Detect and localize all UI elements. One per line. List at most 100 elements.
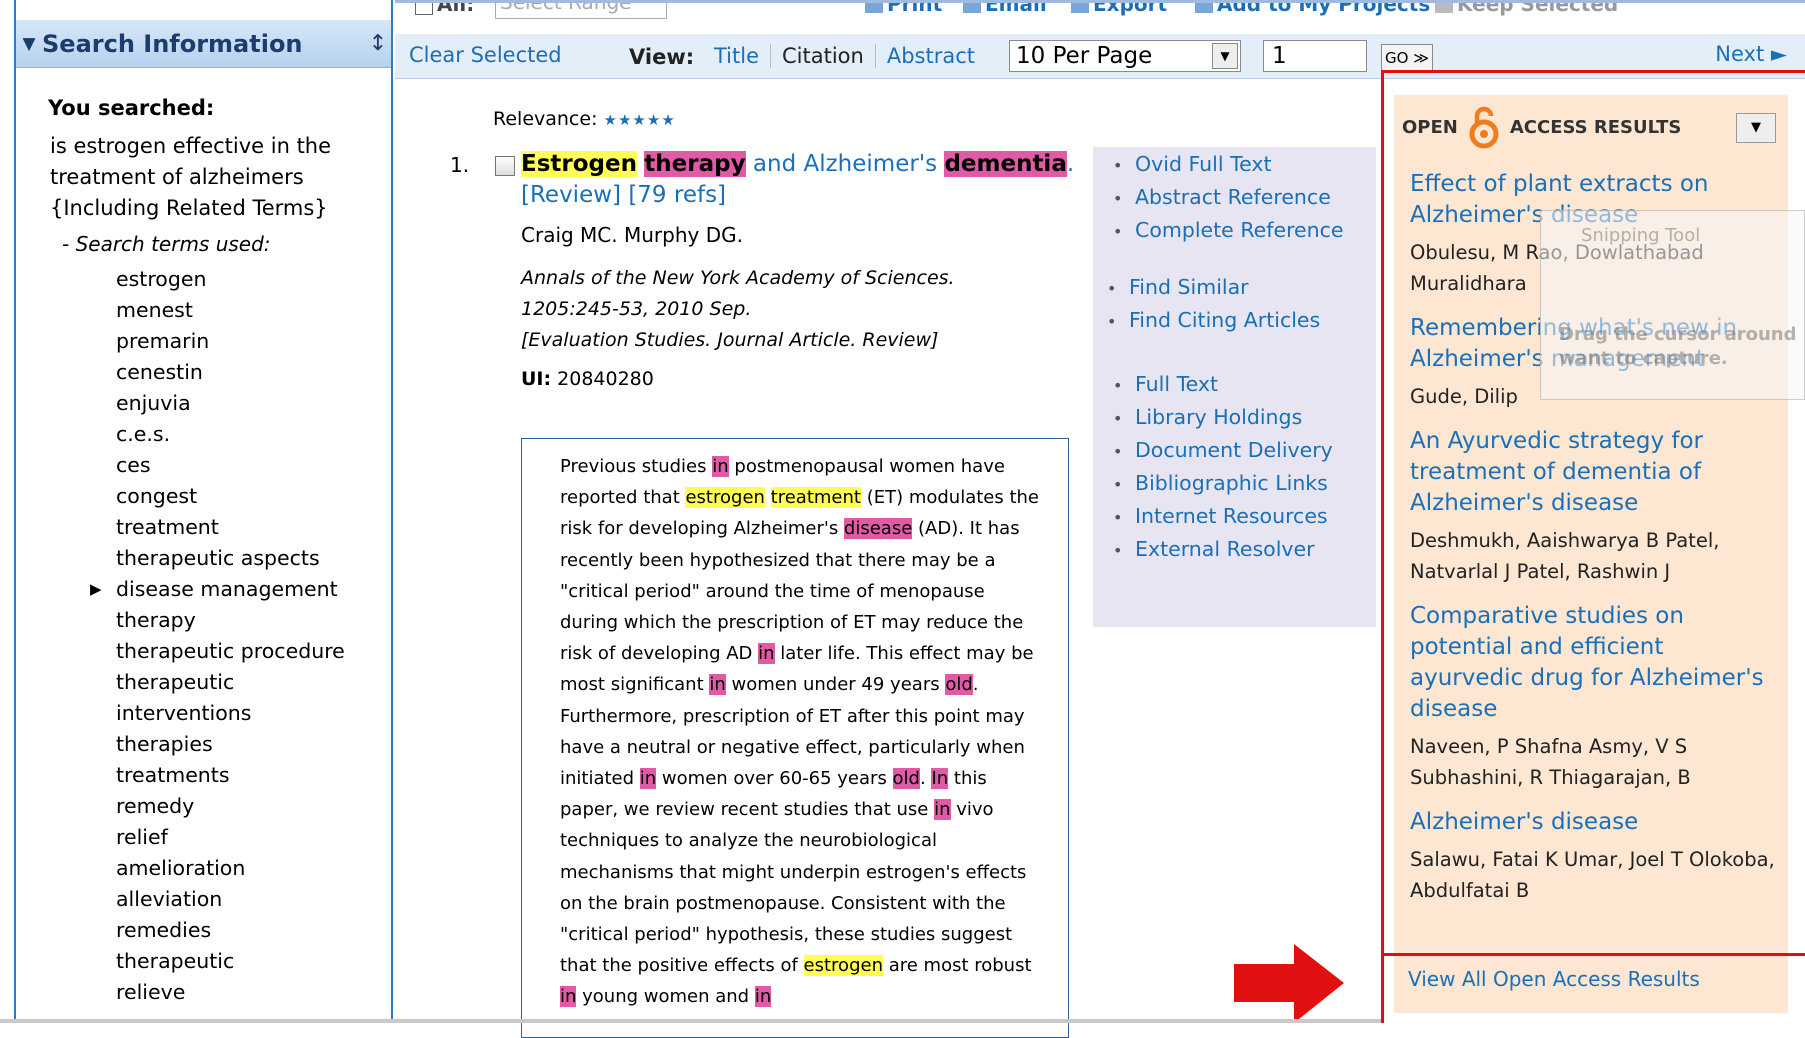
highlighted-term: therapy (644, 151, 746, 177)
select-all-control[interactable]: All: (415, 3, 474, 16)
links-group-primary: Ovid Full TextAbstract ReferenceComplete… (1113, 152, 1344, 251)
title-text: and Alzheimer's (745, 151, 945, 177)
search-term-label: amelioration (116, 856, 246, 880)
search-term-label: estrogen (116, 267, 207, 291)
search-query-text: is estrogen effective in the treatment o… (50, 134, 332, 220)
highlighted-term: estrogen (685, 487, 765, 509)
highlighted-term: Estrogen (521, 151, 637, 177)
search-term-label: c.e.s. (116, 422, 171, 446)
next-page-link[interactable]: Next ► (1715, 42, 1787, 66)
callout-box-view-all (1381, 953, 1805, 1023)
result-link-internet-resources[interactable]: Internet Resources (1113, 504, 1333, 537)
search-term-item[interactable]: remedy (116, 791, 345, 822)
search-term-label: relieve (116, 980, 186, 1004)
page-number-input[interactable]: 1 (1263, 40, 1367, 72)
search-term-item[interactable]: interventions (116, 698, 345, 729)
result-link-abstract-reference[interactable]: Abstract Reference (1113, 185, 1344, 218)
results-list: Relevance: ★★★★★ 1. Estrogen therapy and… (395, 80, 1381, 1038)
highlighted-term: estrogen (803, 955, 883, 977)
search-term-item[interactable]: enjuvia (116, 388, 345, 419)
result-link-ovid-full-text[interactable]: Ovid Full Text (1113, 152, 1344, 185)
search-term-label: congest (116, 484, 198, 508)
search-term-item[interactable]: amelioration (116, 853, 345, 884)
search-term-item[interactable]: alleviation (116, 884, 345, 915)
email-action[interactable]: Email (963, 3, 1047, 16)
search-term-item[interactable]: ces (116, 450, 345, 481)
result-link-external-resolver[interactable]: External Resolver (1113, 537, 1333, 570)
result-link-library-holdings[interactable]: Library Holdings (1113, 405, 1333, 438)
highlighted-term: in (754, 986, 772, 1008)
result-select-checkbox[interactable] (495, 156, 515, 176)
per-page-select[interactable]: 10 Per Page ▼ (1009, 40, 1241, 72)
view-mode-tabs: Title Citation Abstract (703, 44, 986, 68)
result-source: Annals of the New York Academy of Scienc… (521, 263, 1021, 356)
search-term-label: remedies (116, 918, 212, 942)
search-term-label: therapeutic (116, 949, 235, 973)
collapse-triangle-icon[interactable]: ▼ (16, 34, 42, 54)
search-term-item[interactable]: congest (116, 481, 345, 512)
search-term-item[interactable]: c.e.s. (116, 419, 345, 450)
relevance-indicator: Relevance: ★★★★★ (493, 108, 676, 130)
search-information-title: Search Information (42, 29, 303, 58)
clear-selected-link[interactable]: Clear Selected (409, 43, 562, 67)
search-term-item[interactable]: therapies (116, 729, 345, 760)
result-link-find-similar[interactable]: Find Similar (1107, 275, 1320, 308)
chevron-down-icon[interactable]: ▼ (1212, 43, 1238, 69)
search-term-item[interactable]: treatments (116, 760, 345, 791)
highlighted-term: in (934, 799, 951, 821)
export-action[interactable]: Export (1071, 3, 1167, 16)
select-all-checkbox[interactable] (415, 3, 433, 15)
result-link-complete-reference[interactable]: Complete Reference (1113, 218, 1344, 251)
highlighted-term: in (560, 986, 577, 1008)
you-searched-label: You searched: (48, 96, 215, 120)
search-terms-list: estrogen menest premarin cenestin enjuvia c.e… (90, 264, 345, 1008)
search-term-item[interactable]: therapeutic (116, 946, 345, 977)
print-action[interactable]: Print (865, 3, 942, 16)
search-term-item[interactable]: relieve (116, 977, 345, 1008)
go-button[interactable]: GO ≫ (1381, 44, 1433, 72)
keep-selected-label: Keep Selected (1457, 0, 1619, 16)
result-link-bibliographic-links[interactable]: Bibliographic Links (1113, 471, 1333, 504)
highlighted-term: treatment (770, 487, 861, 509)
view-tab-abstract[interactable]: Abstract (876, 44, 986, 68)
search-term-item[interactable]: therapy (116, 605, 345, 636)
search-term-item[interactable]: treatment (116, 512, 345, 543)
highlighted-term: in (712, 456, 729, 477)
search-term-item[interactable]: therapeutic aspects (116, 543, 345, 574)
view-tab-citation[interactable]: Citation (771, 44, 876, 68)
view-tab-title[interactable]: Title (703, 44, 772, 68)
highlighted-term: old (892, 768, 920, 790)
result-title-link[interactable]: Estrogen therapy and Alzheimer's dementi… (521, 149, 1081, 211)
search-term-label: therapeutic aspects (116, 546, 320, 570)
result-link-document-delivery[interactable]: Document Delivery (1113, 438, 1333, 471)
result-link-find-citing-articles[interactable]: Find Citing Articles (1107, 308, 1320, 341)
expand-arrow-icon[interactable]: ▶ (90, 574, 102, 605)
add-to-projects-action[interactable]: Add to My Projects (1195, 3, 1430, 16)
result-authors: Craig MC. Murphy DG. (521, 223, 743, 247)
search-term-label: cenestin (116, 360, 203, 384)
select-range-input[interactable]: Select Range (495, 3, 667, 19)
resize-handle-icon[interactable]: ↕ (365, 31, 391, 56)
search-term-item[interactable]: remedies (116, 915, 345, 946)
search-term-item[interactable]: estrogen (116, 264, 345, 295)
search-term-label: interventions (116, 701, 252, 725)
search-term-item[interactable]: therapeutic procedure (116, 636, 345, 667)
search-term-item[interactable]: ▶ disease management (90, 574, 345, 605)
search-term-item[interactable]: therapeutic (116, 667, 345, 698)
search-term-label: disease management (116, 577, 338, 601)
search-information-header[interactable]: ▼ Search Information ↕ (16, 20, 391, 68)
search-term-item[interactable]: relief (116, 822, 345, 853)
search-term-item[interactable]: menest (116, 295, 345, 326)
per-page-value: 10 Per Page (1016, 43, 1153, 69)
search-term-item[interactable]: premarin (116, 326, 345, 357)
keep-selected-action[interactable]: Keep Selected (1435, 0, 1619, 16)
result-link-full-text[interactable]: Full Text (1113, 372, 1333, 405)
search-term-label: treatment (116, 515, 219, 539)
relevance-label: Relevance: (493, 108, 598, 130)
highlighted-term: in (709, 674, 726, 696)
highlighted-term: in (639, 768, 657, 790)
search-term-label: remedy (116, 794, 195, 818)
search-term-label: menest (116, 298, 193, 322)
search-term-label: therapeutic procedure (116, 639, 345, 663)
search-term-item[interactable]: cenestin (116, 357, 345, 388)
